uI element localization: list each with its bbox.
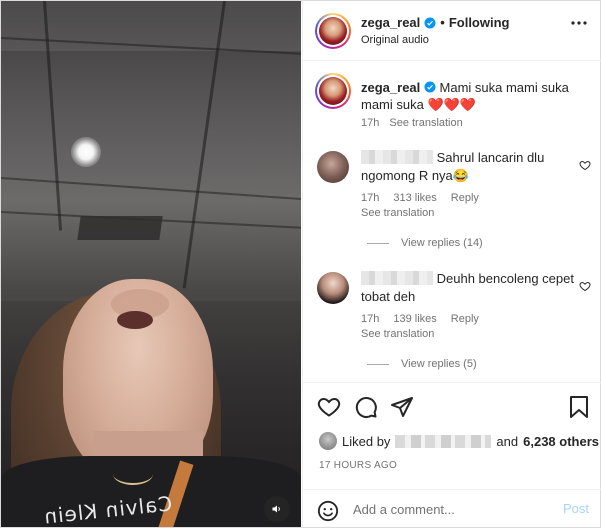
liker-username-redacted[interactable]: [395, 434, 492, 448]
view-replies-label: View replies (5): [401, 358, 477, 370]
commenter-username-redacted[interactable]: [361, 271, 433, 285]
comment-likes[interactable]: 139 likes: [393, 313, 436, 325]
view-replies-button[interactable]: View replies (14): [367, 237, 483, 249]
comment-meta: 17h 139 likes Reply: [361, 313, 479, 325]
caption-emoji: ❤️❤️❤️: [427, 97, 477, 112]
comment-body: Sahrul lancarin dlu ngomong R nya😂: [361, 149, 576, 185]
comment-see-translation[interactable]: See translation: [361, 328, 434, 340]
comment-see-translation[interactable]: See translation: [361, 207, 434, 219]
view-replies-button[interactable]: View replies (5): [367, 358, 477, 370]
comment-reply-button[interactable]: Reply: [451, 192, 479, 204]
speaker-icon: [272, 505, 280, 513]
comment-time: 17h: [361, 313, 380, 325]
liked-by-prefix: Liked by: [342, 433, 391, 449]
verified-badge-icon: [424, 81, 436, 93]
post-panel: zega_real • Following Original audio zeg…: [302, 1, 601, 527]
commenter-username-redacted[interactable]: [361, 150, 433, 164]
comment-reply-button[interactable]: Reply: [451, 313, 479, 325]
add-comment-bar: Post: [303, 489, 601, 527]
more-options-icon[interactable]: [571, 21, 587, 25]
caption-username[interactable]: zega_real: [361, 80, 420, 95]
post-timestamp[interactable]: 17 HOURS AGO: [319, 460, 397, 471]
original-audio-link[interactable]: Original audio: [361, 34, 429, 46]
post-header: zega_real • Following Original audio: [303, 1, 601, 61]
caption-meta: 17h See translation: [361, 117, 463, 129]
caption-author-avatar[interactable]: [315, 73, 351, 109]
caption-text-block: zega_real Mami suka mami suka mami suka …: [361, 79, 586, 113]
view-replies-label: View replies (14): [401, 237, 483, 249]
share-paper-plane-icon[interactable]: [390, 395, 414, 419]
like-heart-icon[interactable]: [317, 395, 341, 419]
following-button[interactable]: Following: [449, 15, 510, 30]
liker-avatar[interactable]: [319, 432, 337, 450]
liked-by-and: and: [496, 433, 519, 449]
comment-likes[interactable]: 313 likes: [393, 192, 436, 204]
audio-toggle-button[interactable]: [264, 496, 290, 522]
comment-meta: 17h 313 likes Reply: [361, 192, 479, 204]
ceiling-seam: [1, 177, 301, 201]
save-bookmark-icon[interactable]: [569, 395, 589, 419]
caption-see-translation[interactable]: See translation: [389, 117, 462, 129]
author-avatar[interactable]: [315, 13, 351, 49]
replies-divider: [367, 242, 389, 244]
verified-badge-icon: [424, 17, 436, 28]
mouth: [117, 311, 153, 329]
caption-time: 17h: [361, 117, 380, 129]
post-comment-button[interactable]: Post: [563, 501, 589, 516]
ceiling-vent: [77, 216, 163, 240]
replies-divider: [367, 363, 389, 365]
comment-time: 17h: [361, 192, 380, 204]
liked-by-row: Liked by and 6,238 others: [319, 432, 599, 450]
emoji-smiley-icon[interactable]: [317, 500, 339, 522]
commenter-avatar[interactable]: [317, 272, 349, 304]
comment-like-heart-icon[interactable]: [579, 159, 591, 171]
commenter-avatar[interactable]: [317, 151, 349, 183]
necklace: [113, 463, 153, 485]
post-action-bar: [303, 382, 601, 432]
author-username[interactable]: zega_real: [361, 15, 420, 30]
comment-body: Deuhh bencoleng cepet tobat deh: [361, 270, 576, 306]
reel-video[interactable]: Calvin Klein: [1, 1, 301, 527]
comment-like-heart-icon[interactable]: [579, 280, 591, 292]
separator-dot: •: [440, 15, 445, 30]
add-comment-input[interactable]: [353, 500, 553, 518]
ceiling-lamp: [71, 137, 101, 167]
comment-bubble-icon[interactable]: [354, 395, 378, 419]
liked-by-others[interactable]: 6,238 others: [523, 434, 599, 449]
